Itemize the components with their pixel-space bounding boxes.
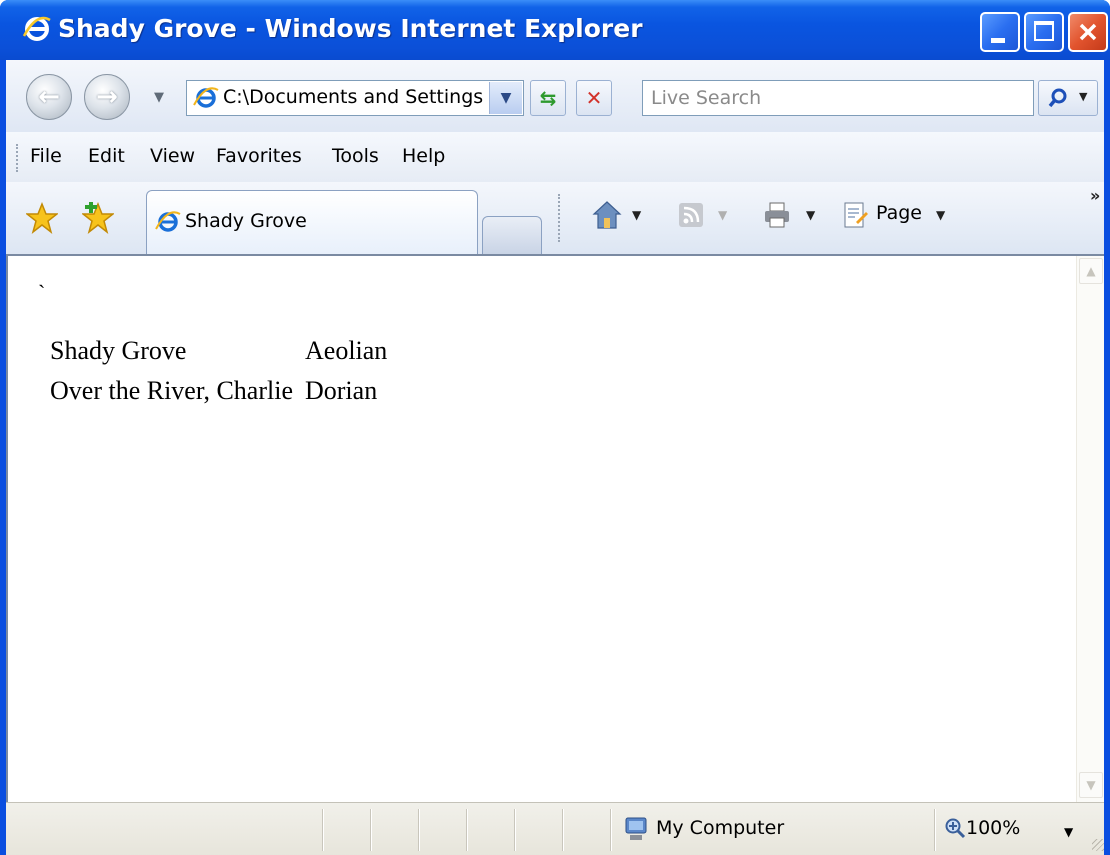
song-mode: Dorian xyxy=(305,376,378,405)
status-divider xyxy=(466,809,468,851)
address-input[interactable]: C:\Documents and Settings xyxy=(223,86,485,108)
menu-favorites[interactable]: Favorites xyxy=(216,145,302,167)
page-menu-label[interactable]: Page xyxy=(876,202,922,224)
forward-button[interactable]: → xyxy=(84,74,130,120)
song-mode: Aeolian xyxy=(305,336,388,365)
table-row: Over the River, Charlie Dorian xyxy=(44,374,393,414)
status-divider xyxy=(610,809,612,851)
resize-grip[interactable] xyxy=(1092,839,1104,851)
scroll-down-chevron-down-icon[interactable]: ▼ xyxy=(1079,772,1103,798)
toolbar-overflow-chevron-icon[interactable]: » xyxy=(1090,186,1100,205)
songs-table: Shady Grove Aeolian Over the River, Char… xyxy=(44,334,393,414)
page-content: ` Shady Grove Aeolian Over the River, Ch… xyxy=(6,254,1104,802)
menu-file[interactable]: File xyxy=(30,145,62,167)
close-icon xyxy=(1079,23,1097,41)
tab-shady-grove[interactable]: Shady Grove xyxy=(146,190,478,254)
back-button[interactable]: ← xyxy=(26,74,72,120)
scroll-up-chevron-up-icon[interactable]: ▲ xyxy=(1079,258,1103,284)
zoom-chevron-down-icon[interactable]: ▼ xyxy=(1064,825,1073,839)
maximize-icon xyxy=(1034,21,1054,41)
stop-icon: ✕ xyxy=(585,86,603,110)
feeds-icon[interactable] xyxy=(676,200,706,230)
favorites-center-star-icon[interactable] xyxy=(26,202,58,234)
status-divider xyxy=(370,809,372,851)
status-divider xyxy=(514,809,516,851)
search-input[interactable]: Live Search xyxy=(651,87,761,109)
status-divider xyxy=(562,809,564,851)
toolbar-grip[interactable] xyxy=(558,194,562,242)
menu-help[interactable]: Help xyxy=(402,145,445,167)
refresh-icon: ⇆ xyxy=(539,86,557,110)
page-icon[interactable] xyxy=(840,200,870,230)
recent-pages-chevron-down-icon[interactable]: ▼ xyxy=(154,90,164,105)
menu-edit[interactable]: Edit xyxy=(88,145,125,167)
address-dropdown-chevron-down-icon[interactable]: ▼ xyxy=(489,82,522,114)
home-icon[interactable] xyxy=(592,200,622,230)
new-tab-button[interactable] xyxy=(482,216,542,254)
search-box[interactable]: Live Search xyxy=(642,80,1034,116)
address-bar[interactable]: C:\Documents and Settings ▼ xyxy=(186,80,524,116)
search-icon xyxy=(1048,88,1067,108)
search-options-chevron-down-icon[interactable]: ▼ xyxy=(1079,90,1087,103)
print-icon[interactable] xyxy=(762,200,792,230)
maximize-button[interactable] xyxy=(1024,12,1064,52)
tab-label: Shady Grove xyxy=(185,210,307,232)
ie-page-icon xyxy=(193,87,219,108)
navigation-bar: ← → ▼ C:\Documents and Settings ▼ ⇆ ✕ Li… xyxy=(6,60,1104,133)
add-favorite-icon[interactable] xyxy=(82,202,114,234)
title-bar[interactable]: Shady Grove - Windows Internet Explorer xyxy=(0,0,1110,60)
stray-mark: ` xyxy=(38,280,46,305)
ie-tab-icon xyxy=(155,211,181,232)
back-arrow-icon: ← xyxy=(38,82,60,112)
vertical-scrollbar[interactable]: ▲ ▼ xyxy=(1076,256,1104,802)
stop-button[interactable]: ✕ xyxy=(576,80,612,116)
status-divider xyxy=(418,809,420,851)
zoom-icon[interactable] xyxy=(944,817,966,839)
status-divider xyxy=(322,809,324,851)
refresh-button[interactable]: ⇆ xyxy=(530,80,566,116)
menu-grip[interactable] xyxy=(16,144,20,172)
menu-view[interactable]: View xyxy=(150,145,195,167)
song-title: Shady Grove xyxy=(50,336,187,365)
status-bar: My Computer 100% ▼ xyxy=(6,802,1104,855)
status-divider xyxy=(934,809,936,851)
ie-logo-icon xyxy=(22,16,51,41)
page-chevron-down-icon[interactable]: ▼ xyxy=(936,208,945,222)
close-button[interactable] xyxy=(1068,12,1108,52)
minimize-icon xyxy=(991,38,1005,43)
minimize-button[interactable] xyxy=(980,12,1020,52)
security-zone-label: My Computer xyxy=(656,817,785,839)
menu-bar: File Edit View Favorites Tools Help xyxy=(6,132,1104,183)
browser-window: Shady Grove - Windows Internet Explorer … xyxy=(0,0,1110,855)
feeds-chevron-down-icon[interactable]: ▼ xyxy=(718,208,727,222)
home-chevron-down-icon[interactable]: ▼ xyxy=(632,208,641,222)
menu-tools[interactable]: Tools xyxy=(332,145,379,167)
forward-arrow-icon: → xyxy=(96,82,118,112)
table-row: Shady Grove Aeolian xyxy=(44,334,393,374)
song-title: Over the River, Charlie xyxy=(50,376,293,405)
tab-bar: Shady Grove ▼ ▼ ▼ Page ▼ » xyxy=(6,182,1104,255)
my-computer-icon xyxy=(625,817,647,840)
search-button[interactable]: ▼ xyxy=(1038,80,1098,116)
window-title: Shady Grove - Windows Internet Explorer xyxy=(58,14,643,43)
zoom-level[interactable]: 100% xyxy=(966,817,1020,839)
print-chevron-down-icon[interactable]: ▼ xyxy=(806,208,815,222)
